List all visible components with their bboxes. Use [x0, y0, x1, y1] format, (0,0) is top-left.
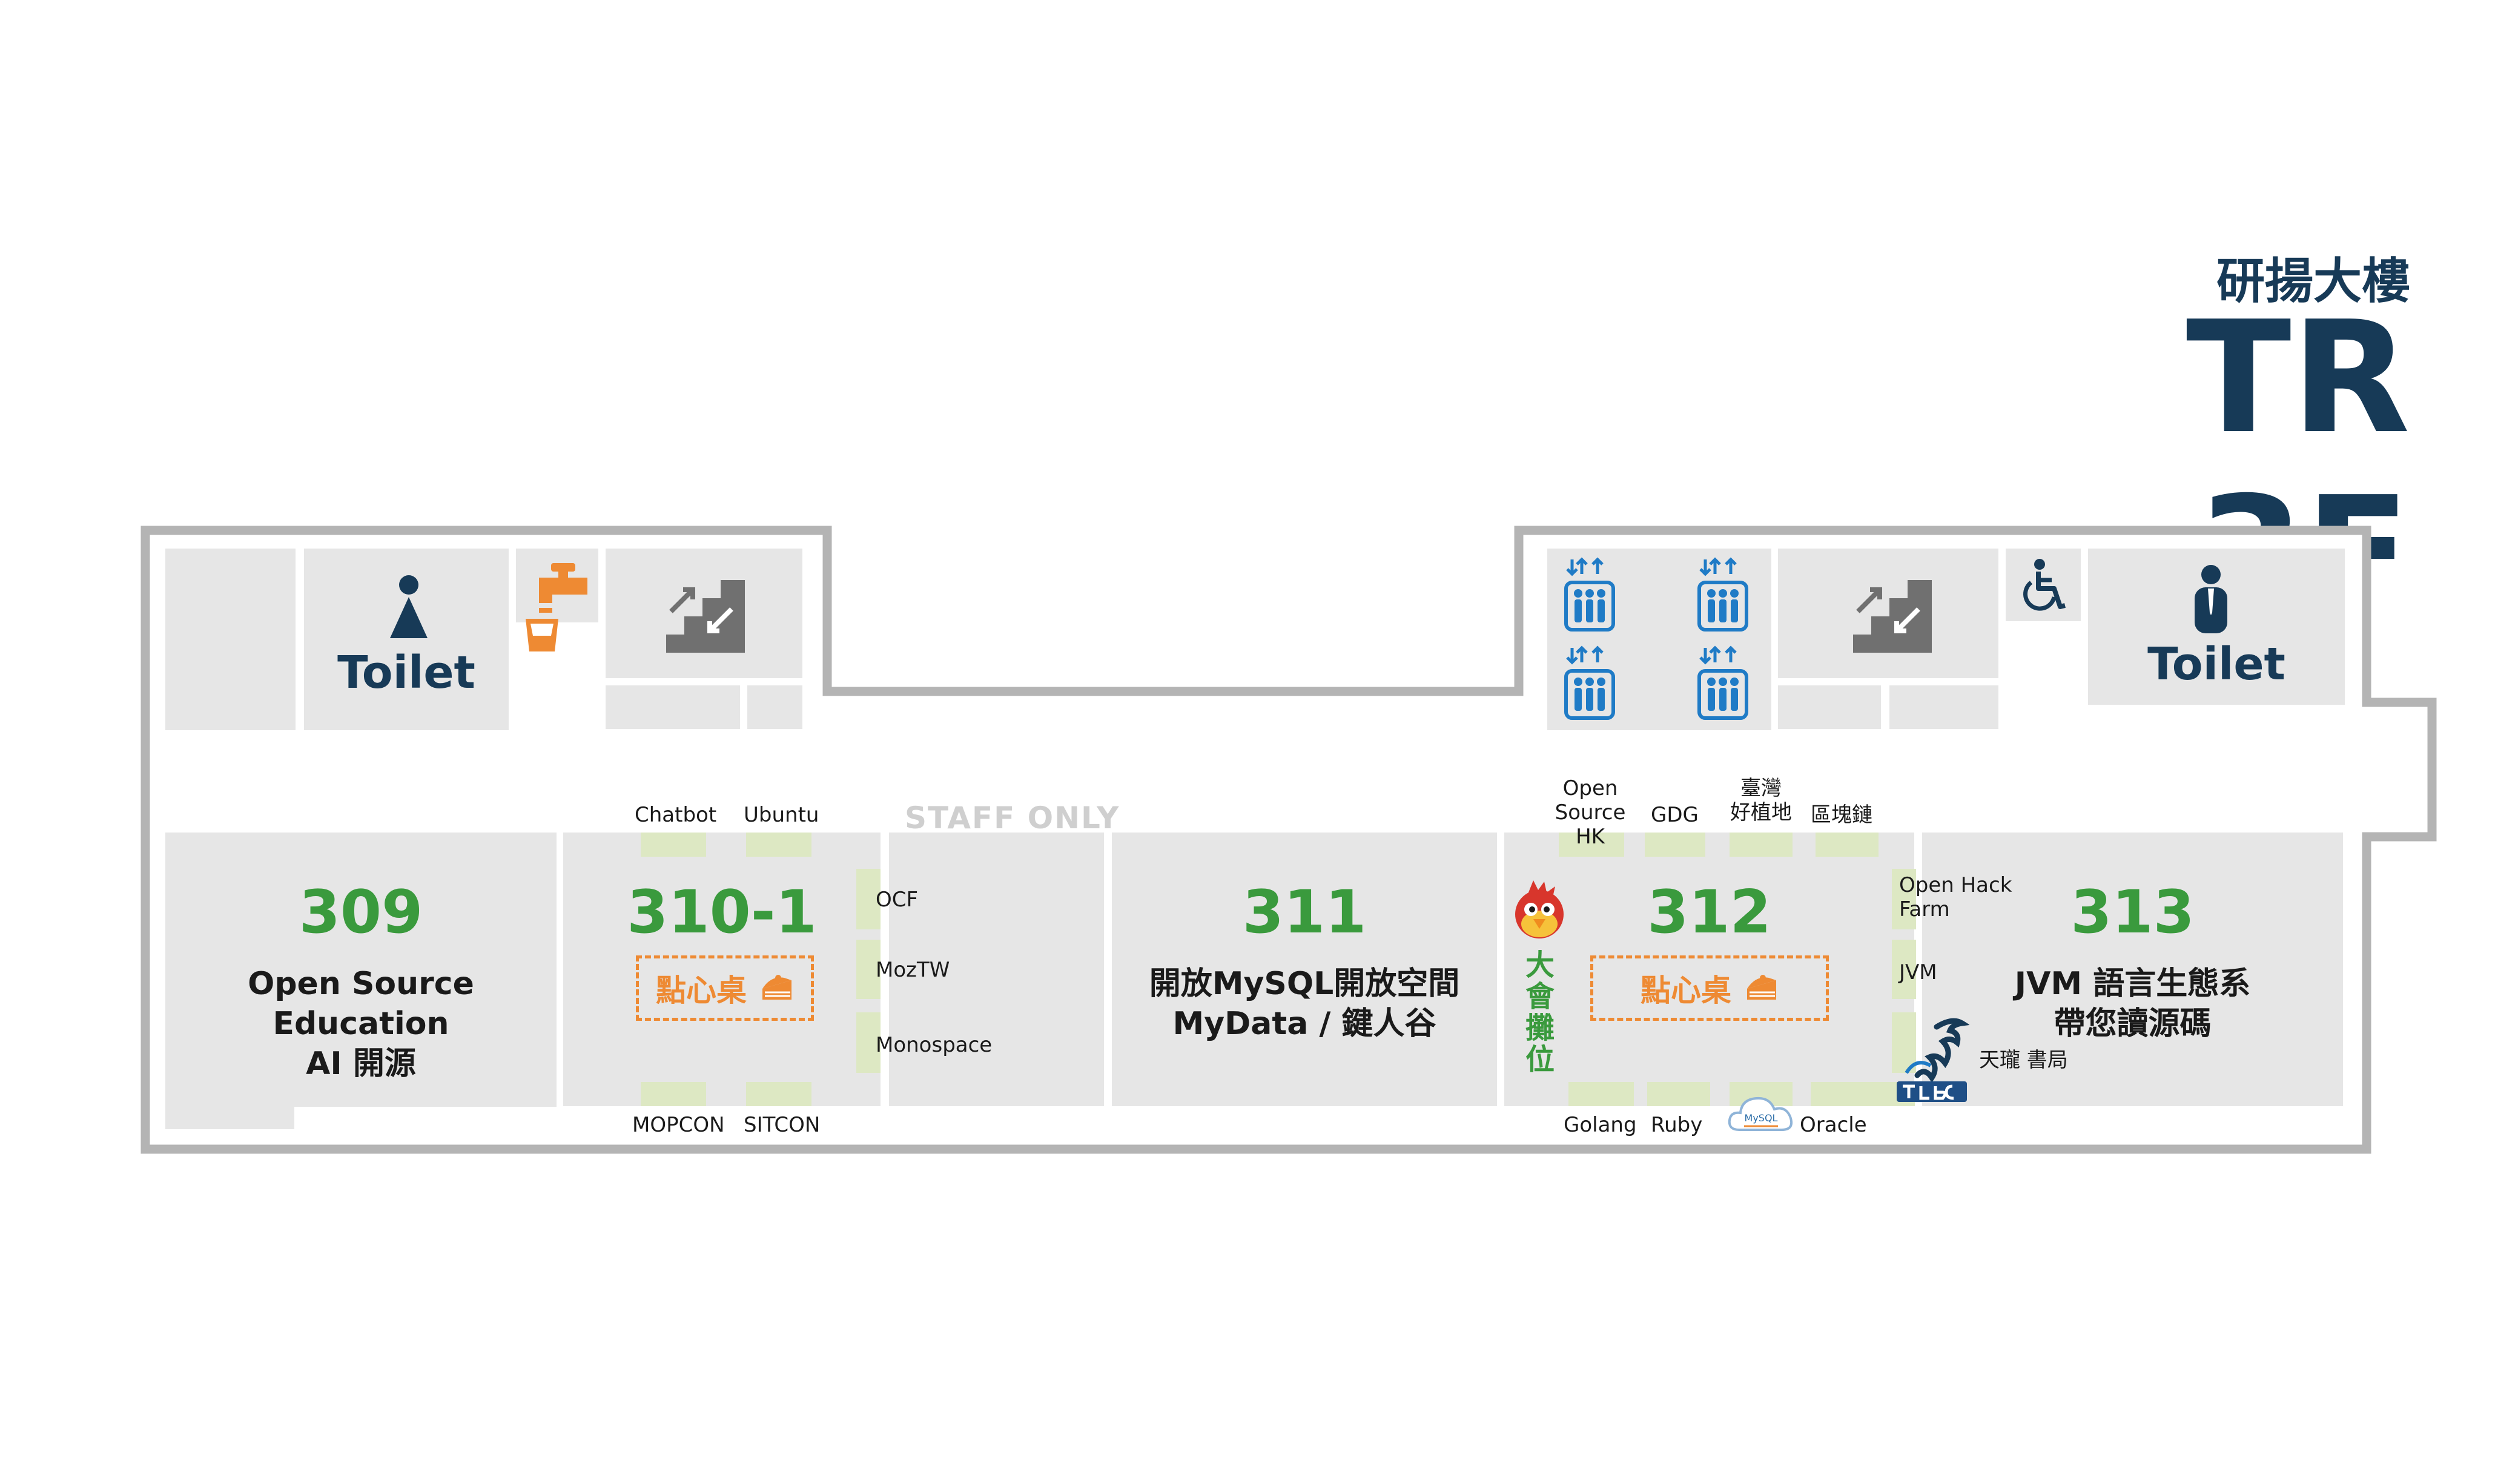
booth-ubuntu-label: Ubuntu: [744, 803, 819, 827]
room-311-number: 311: [1242, 878, 1367, 947]
booth-moztw-label: MozTW: [876, 958, 950, 982]
wheelchair-icon: [2021, 558, 2070, 613]
room-310-1-number: 310-1: [627, 878, 817, 947]
booth-oracle-label: Oracle: [1800, 1113, 1867, 1137]
booth-blockchain[interactable]: [1816, 833, 1879, 857]
dragon-logo-icon: [1894, 1015, 1969, 1103]
booth-monospace-label: Monospace: [876, 1033, 993, 1057]
booth-opensource-hk-label: Open Source HK: [1555, 776, 1626, 849]
booth-gdg-label: GDG: [1651, 803, 1699, 827]
room-309-notch: [294, 1107, 557, 1131]
official-booth-label: 大 會 攤 位: [1525, 948, 1555, 1077]
booth-jvm-label: JVM: [1899, 960, 1937, 984]
woman-icon: [388, 574, 430, 641]
man-icon: [2190, 564, 2232, 634]
mascot-bird-icon[interactable]: [1510, 880, 1568, 941]
booth-chatbot-label: Chatbot: [635, 803, 717, 827]
room-309-name: Open Source Education AI 開源: [248, 966, 474, 1082]
booth-open-hack-farm-label: Open Hack Farm: [1899, 873, 2012, 922]
booth-ruby[interactable]: [1647, 1082, 1710, 1106]
stairs-icon: [1853, 574, 1932, 653]
booth-sitcon[interactable]: [746, 1082, 811, 1106]
cake-icon: [760, 973, 794, 1003]
cake-icon: [1745, 973, 1779, 1003]
stairs-icon: [666, 574, 745, 653]
booth-blockchain-label: 區塊鏈: [1811, 803, 1872, 827]
mysql-cloud-logo-icon: MySQL: [1726, 1090, 1796, 1136]
booth-tlbc-label: 天瓏 書局: [1979, 1048, 2068, 1072]
snack-table-left[interactable]: 點心桌: [636, 955, 814, 1021]
booth-golang-label: Golang: [1564, 1113, 1637, 1137]
service-room-right-2: [1889, 685, 1998, 729]
snack-table-left-label: 點心桌: [656, 973, 747, 1008]
toilet-left-label: Toilet: [337, 647, 475, 699]
water-tap-icon: [521, 563, 591, 654]
snack-table-right-label: 點心桌: [1641, 973, 1731, 1008]
elevator-icon: [1564, 645, 1616, 721]
toilet-right-label: Toilet: [2147, 638, 2285, 690]
room-309-number: 309: [299, 878, 423, 947]
booth-taiwan-plants-label: 臺灣 好植地: [1730, 776, 1792, 825]
booth-ubuntu[interactable]: [746, 833, 811, 857]
booth-gdg[interactable]: [1645, 833, 1705, 857]
booth-ocf-label: OCF: [876, 888, 919, 912]
room-313-name: JVM 語言生態系 帶您讀源碼: [2014, 966, 2251, 1042]
storage-room: [165, 549, 296, 730]
booth-sitcon-label: SITCON: [744, 1113, 821, 1137]
booth-golang[interactable]: [1568, 1082, 1634, 1106]
service-room-right: [1778, 685, 1881, 729]
elevator-icon: [1697, 645, 1749, 721]
booth-taiwan-plants[interactable]: [1730, 833, 1793, 857]
booth-mopcon-label: MOPCON: [632, 1113, 725, 1137]
booth-mopcon[interactable]: [641, 1082, 706, 1106]
snack-table-right[interactable]: 點心桌: [1590, 955, 1829, 1021]
service-room-left-2: [747, 685, 802, 729]
room-311-name: 開放MySQL開放空間 MyData / 鍵人谷: [1149, 966, 1460, 1042]
mysql-logo-text: MySQL: [1745, 1112, 1778, 1124]
floor-outline: [140, 526, 2437, 1154]
staff-only-label: STAFF ONLY: [905, 800, 1120, 836]
service-room-left: [606, 685, 740, 729]
elevator-icon: [1697, 557, 1749, 632]
elevator-icon: [1564, 557, 1616, 632]
booth-chatbot[interactable]: [641, 833, 706, 857]
booth-ruby-label: Ruby: [1651, 1113, 1703, 1137]
